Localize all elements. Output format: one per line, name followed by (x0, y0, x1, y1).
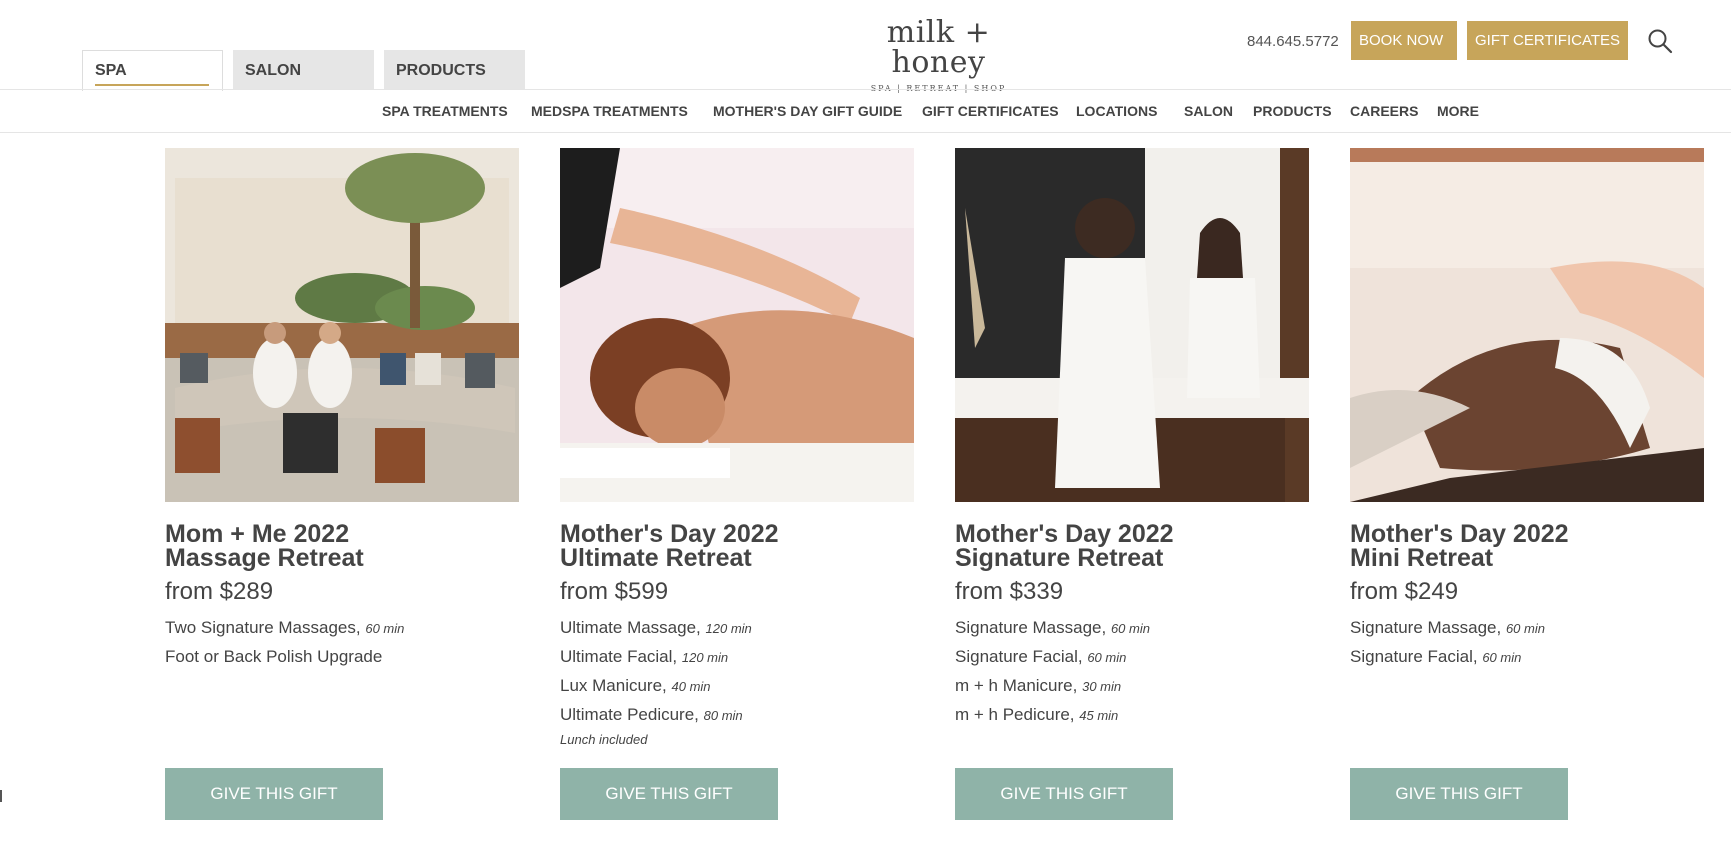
nav-spa-treatments[interactable]: SPA TREATMENTS (382, 103, 508, 119)
item-duration: 120 min (681, 650, 729, 665)
book-now-button[interactable]: BOOK NOW (1351, 21, 1457, 60)
card-item: m + h Manicure, 30 min (955, 672, 1309, 701)
card-title-line2: Signature Retreat (955, 544, 1164, 572)
card-title: Mom + Me 2022 Massage Retreat (165, 520, 519, 572)
tab-salon-label: SALON (245, 62, 301, 79)
card-item: Ultimate Pedicure, 80 min (560, 701, 914, 730)
card-note: Lunch included (560, 732, 648, 747)
card-items: Ultimate Massage, 120 min Ultimate Facia… (560, 614, 914, 747)
card-price: from $289 (165, 578, 274, 605)
card-price: from $249 (1350, 578, 1459, 605)
card-title-line1: Mother's Day 2022 (560, 520, 779, 548)
give-this-gift-button[interactable]: GIVE THIS GIFT (165, 768, 383, 820)
card-item: m + h Pedicure, 45 min (955, 701, 1309, 730)
card-item: Signature Massage, 60 min (955, 614, 1309, 643)
product-card: Mother's Day 2022 Mini Retreat from $249… (1350, 148, 1704, 672)
item-name: Foot or Back Polish Upgrade (165, 647, 383, 666)
item-name: Signature Massage, (955, 618, 1107, 637)
nav-products[interactable]: PRODUCTS (1253, 103, 1332, 119)
card-price: from $339 (955, 578, 1064, 605)
item-name: Signature Facial, (955, 647, 1083, 666)
nav-mothers-day-gift-guide[interactable]: MOTHER'S DAY GIFT GUIDE (713, 103, 902, 119)
card-image-lounge[interactable] (165, 148, 519, 502)
card-item: Ultimate Facial, 120 min (560, 643, 914, 672)
card-item: Two Signature Massages, 60 min (165, 614, 519, 643)
item-name: Signature Facial, (1350, 647, 1478, 666)
card-item: Ultimate Massage, 120 min (560, 614, 914, 643)
item-duration: 60 min (1505, 621, 1545, 636)
card-title-line2: Mini Retreat (1350, 544, 1494, 572)
card-image-mirror[interactable] (955, 148, 1309, 502)
card-item: Foot or Back Polish Upgrade (165, 643, 519, 671)
item-duration: 60 min (1087, 650, 1127, 665)
card-items: Signature Massage, 60 min Signature Faci… (955, 614, 1309, 730)
give-this-gift-button[interactable]: GIVE THIS GIFT (1350, 768, 1568, 820)
item-duration: 60 min (365, 621, 405, 636)
nav-more[interactable]: MORE (1437, 103, 1479, 119)
item-duration: 30 min (1082, 679, 1122, 694)
search-icon[interactable] (1647, 28, 1673, 54)
tab-spa-label: SPA (95, 62, 209, 86)
item-duration: 60 min (1482, 650, 1522, 665)
card-title-line2: Ultimate Retreat (560, 544, 752, 572)
nav-careers[interactable]: CAREERS (1350, 103, 1418, 119)
site-header: SPA SALON PRODUCTS milk + honey SPA | RE… (0, 0, 1731, 94)
item-name: m + h Manicure, (955, 676, 1078, 695)
nav-medspa-treatments[interactable]: MEDSPA TREATMENTS (531, 103, 688, 119)
tab-spa[interactable]: SPA (82, 50, 223, 91)
phone-number[interactable]: 844.645.5772 (1247, 33, 1339, 50)
card-price: from $599 (560, 578, 669, 605)
scroll-edge-marker (0, 790, 2, 802)
card-items: Two Signature Massages, 60 min Foot or B… (165, 614, 519, 671)
card-title-line2: Massage Retreat (165, 544, 364, 572)
card-title-line1: Mother's Day 2022 (955, 520, 1174, 548)
card-items: Signature Massage, 60 min Signature Faci… (1350, 614, 1704, 672)
nav-gift-certificates[interactable]: GIFT CERTIFICATES (922, 103, 1059, 119)
top-tabs: SPA SALON PRODUCTS (82, 50, 525, 91)
card-item: Signature Facial, 60 min (1350, 643, 1704, 672)
tab-products-label: PRODUCTS (396, 62, 486, 79)
item-duration: 40 min (671, 679, 711, 694)
tab-products[interactable]: PRODUCTS (384, 50, 525, 90)
card-image-massage[interactable] (560, 148, 914, 502)
site-logo[interactable]: milk + honey SPA | RETREAT | SHOP (846, 15, 1031, 94)
card-title: Mother's Day 2022 Signature Retreat (955, 520, 1309, 572)
item-duration: 120 min (705, 621, 752, 636)
tab-salon[interactable]: SALON (233, 50, 374, 90)
main-nav: SPA TREATMENTS MEDSPA TREATMENTS MOTHER'… (0, 89, 1731, 133)
give-this-gift-button[interactable]: GIVE THIS GIFT (955, 768, 1173, 820)
product-card: Mom + Me 2022 Massage Retreat from $289 … (165, 148, 519, 671)
card-image-facial[interactable] (1350, 148, 1704, 502)
nav-locations[interactable]: LOCATIONS (1076, 103, 1157, 119)
product-card: Mother's Day 2022 Signature Retreat from… (955, 148, 1309, 730)
item-name: m + h Pedicure, (955, 705, 1075, 724)
item-name: Ultimate Massage, (560, 618, 701, 637)
item-name: Lux Manicure, (560, 676, 667, 695)
card-title: Mother's Day 2022 Ultimate Retreat (560, 520, 914, 572)
card-item: Signature Facial, 60 min (955, 643, 1309, 672)
gift-certificates-button[interactable]: GIFT CERTIFICATES (1467, 21, 1628, 60)
card-title-line1: Mother's Day 2022 (1350, 520, 1569, 548)
item-name: Ultimate Facial, (560, 647, 678, 666)
product-card: Mother's Day 2022 Ultimate Retreat from … (560, 148, 914, 747)
item-name: Signature Massage, (1350, 618, 1502, 637)
logo-name: milk + honey (886, 15, 991, 80)
card-item: Signature Massage, 60 min (1350, 614, 1704, 643)
nav-salon[interactable]: SALON (1184, 103, 1233, 119)
item-duration: 45 min (1079, 708, 1119, 723)
item-name: Ultimate Pedicure, (560, 705, 699, 724)
card-title-line1: Mom + Me 2022 (165, 520, 350, 548)
card-title: Mother's Day 2022 Mini Retreat (1350, 520, 1704, 572)
give-this-gift-button[interactable]: GIVE THIS GIFT (560, 768, 778, 820)
item-duration: 80 min (703, 708, 743, 723)
item-duration: 60 min (1110, 621, 1150, 636)
item-name: Two Signature Massages, (165, 618, 361, 637)
card-item: Lux Manicure, 40 min (560, 672, 914, 701)
